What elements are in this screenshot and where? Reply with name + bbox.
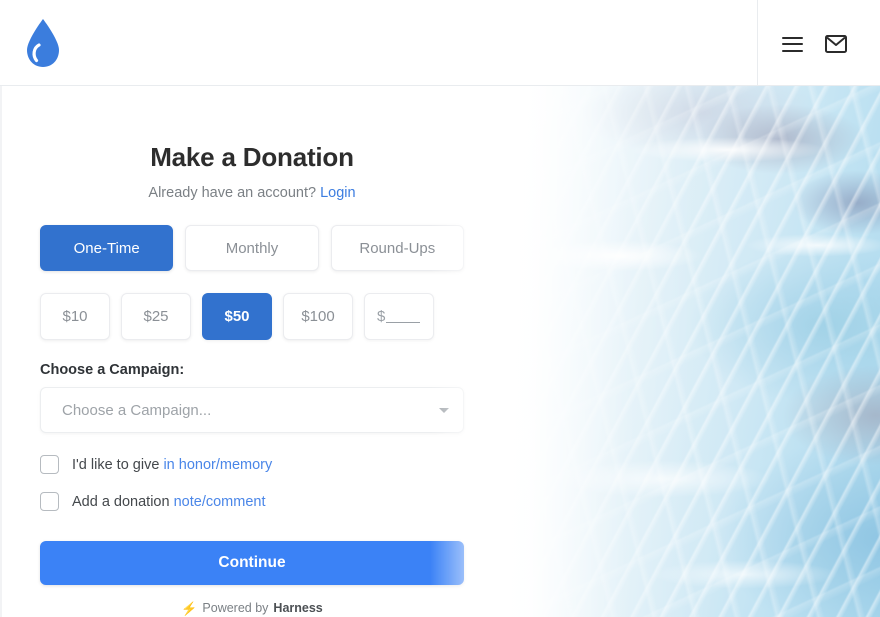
water-drop-logo[interactable]	[24, 14, 64, 72]
continue-button[interactable]: Continue	[40, 541, 464, 585]
envelope-icon[interactable]	[824, 32, 848, 56]
campaign-label: Choose a Campaign:	[40, 362, 185, 378]
amount-option-25[interactable]: $25	[121, 293, 191, 340]
frequency-option-round-ups[interactable]: Round-Ups	[330, 225, 464, 271]
amount-selector: $10 $25 $50 $100 $	[40, 293, 464, 340]
amount-option-50[interactable]: $50	[202, 293, 272, 340]
honor-memory-link[interactable]: in honor/memory	[163, 457, 272, 473]
header-actions	[780, 32, 848, 56]
honor-memory-checkbox-row[interactable]: I'd like to give in honor/memory	[40, 455, 464, 474]
account-prompt: Already have an account? Login	[40, 173, 464, 201]
currency-symbol: $	[377, 308, 386, 325]
powered-by-text: Powered by	[202, 601, 269, 615]
honor-memory-label: I'd like to give in honor/memory	[72, 457, 272, 473]
account-prompt-text: Already have an account?	[148, 185, 317, 201]
frequency-option-monthly[interactable]: Monthly	[185, 225, 319, 271]
frequency-selector: One-Time Monthly Round-Ups	[40, 225, 464, 271]
note-comment-checkbox-row[interactable]: Add a donation note/comment	[40, 492, 464, 511]
donation-page: Make a Donation Already have an account?…	[0, 0, 880, 617]
page-title: Make a Donation	[150, 142, 354, 172]
powered-by-footer: ⚡ Powered by Harness	[40, 601, 464, 615]
note-comment-link[interactable]: note/comment	[174, 494, 266, 510]
chevron-down-icon	[439, 407, 449, 413]
custom-amount-input[interactable]: $	[364, 293, 434, 340]
honor-memory-text: I'd like to give	[72, 456, 164, 473]
hamburger-menu-icon[interactable]	[780, 32, 804, 56]
campaign-select-placeholder: Choose a Campaign...	[62, 401, 212, 419]
note-comment-text: Add a donation	[72, 493, 174, 510]
site-header	[0, 0, 880, 86]
lightning-bolt-icon: ⚡	[181, 600, 198, 616]
amount-option-10[interactable]: $10	[40, 293, 110, 340]
login-link[interactable]: Login	[320, 185, 355, 201]
note-comment-label: Add a donation note/comment	[72, 494, 265, 510]
header-divider	[757, 0, 758, 85]
envelope-glyph	[825, 35, 847, 53]
water-drop-icon	[27, 19, 59, 67]
hamburger-lines	[781, 36, 803, 52]
donation-form-panel: Make a Donation Already have an account?…	[0, 86, 500, 617]
honor-memory-checkbox[interactable]	[40, 455, 59, 474]
frequency-option-one-time[interactable]: One-Time	[40, 225, 174, 271]
harness-brand: Harness	[273, 601, 323, 615]
campaign-select[interactable]: Choose a Campaign...	[40, 387, 464, 433]
amount-option-100[interactable]: $100	[283, 293, 353, 340]
note-comment-checkbox[interactable]	[40, 492, 59, 511]
custom-amount-blank	[386, 311, 421, 323]
